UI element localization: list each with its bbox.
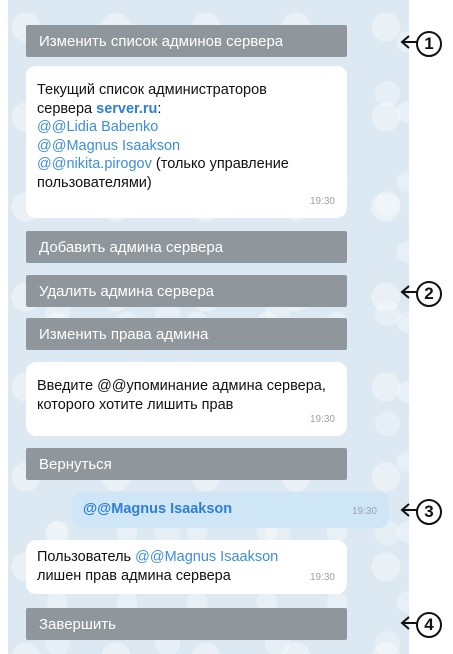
message-time: 19:30 (309, 195, 335, 207)
remove-admin-button[interactable]: Удалить админа сервера (26, 275, 347, 307)
add-admin-button[interactable]: Добавить админа сервера (26, 231, 347, 263)
message-line: Текущий список администраторов (37, 82, 267, 98)
change-admins-label: Изменить список админов сервера (39, 32, 284, 50)
mention-magnus-result[interactable]: @@Magnus Isaakson (135, 549, 278, 565)
message-line: @@nikita.pirogov (только управление (37, 156, 289, 172)
message-line: сервера server.ru: (37, 100, 162, 117)
message-text: Текущий список администраторов сервера s… (37, 75, 336, 192)
mention-magnus[interactable]: @@Magnus Isaakson (37, 137, 336, 156)
message-line: Пользователь @@Magnus Isaakson (37, 549, 279, 565)
back-label: Вернуться (39, 455, 112, 473)
prompt-message: Введите @@упоминание админа сервера, кот… (26, 362, 347, 436)
callout-number: 1 (416, 31, 442, 57)
callout-number: 3 (416, 499, 442, 525)
message-time: 19:30 (309, 413, 335, 425)
message-line: Введите @@упоминание админа сервера, (37, 378, 326, 394)
callout-number: 4 (416, 612, 442, 638)
change-rights-label: Изменить права админа (39, 325, 209, 343)
mention-lidia[interactable]: @@Lidia Babenko (37, 118, 336, 137)
message-time: 19:30 (309, 571, 335, 583)
message-line: пользователями) (37, 174, 152, 191)
remove-admin-label: Удалить админа сервера (39, 282, 215, 300)
finish-button[interactable]: Завершить (26, 608, 347, 640)
back-button[interactable]: Вернуться (26, 448, 347, 480)
admin-list-message: Текущий список администраторов сервера s… (26, 66, 347, 218)
change-rights-button[interactable]: Изменить права админа (26, 318, 347, 350)
message-line: которого хотите лишить прав (37, 396, 234, 413)
outgoing-message: @@Magnus Isaakson 19:30 (72, 492, 389, 528)
mention-nikita[interactable]: @@nikita.pirogov (37, 156, 152, 172)
callout-number: 2 (416, 281, 442, 307)
finish-label: Завершить (39, 615, 116, 633)
result-message: Пользователь @@Magnus Isaakson лишен пра… (26, 540, 347, 594)
change-admins-button[interactable]: Изменить список админов сервера (26, 25, 347, 57)
server-link[interactable]: server.ru (96, 101, 157, 117)
add-admin-label: Добавить админа сервера (39, 238, 224, 256)
mention-magnus-outgoing[interactable]: @@Magnus Isaakson (83, 501, 232, 517)
message-text: Введите @@упоминание админа сервера, кот… (37, 371, 336, 414)
message-time: 19:30 (351, 506, 377, 517)
message-line: лишен прав админа сервера (37, 567, 231, 584)
